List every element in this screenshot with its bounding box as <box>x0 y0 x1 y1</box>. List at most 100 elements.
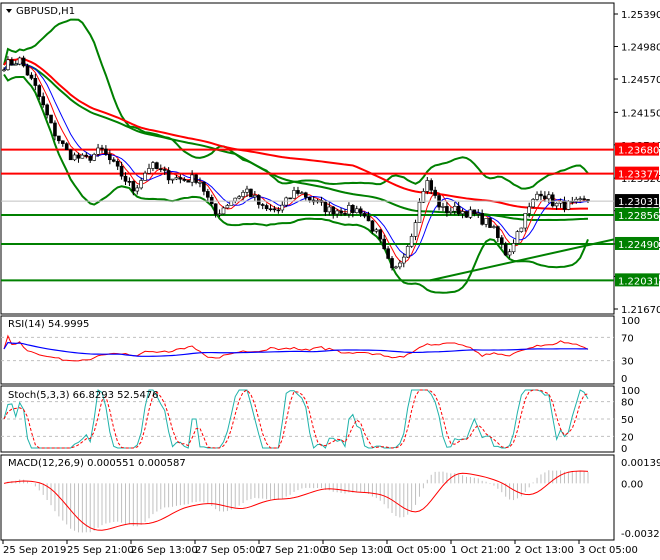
level-label: 1.23680 <box>618 146 659 157</box>
candle-body <box>307 197 312 201</box>
time-axis-label: 1 Oct 21:00 <box>451 545 510 556</box>
candle-body <box>60 140 65 144</box>
macd-axis-label: 0.00 <box>621 479 643 490</box>
candle-body <box>452 205 457 212</box>
candle-body <box>374 229 379 232</box>
candle-body <box>296 190 300 194</box>
candle-body <box>147 168 151 174</box>
candle-body <box>425 180 430 192</box>
candle-body <box>139 180 143 189</box>
ma-green <box>3 62 589 222</box>
stoch-axis-label: 80 <box>621 398 634 409</box>
candle-body <box>288 197 292 200</box>
candle-body <box>468 209 473 218</box>
candle-body <box>280 204 285 211</box>
candle-body <box>488 218 492 228</box>
candle-body <box>198 181 202 184</box>
candle-body <box>382 238 386 250</box>
candle-body <box>178 177 183 180</box>
candle-body <box>300 192 304 195</box>
candle-body <box>445 206 449 213</box>
stoch-axis-label: 20 <box>621 432 634 443</box>
candle-body <box>76 154 81 159</box>
candle-body <box>17 57 22 65</box>
candle-body <box>339 210 343 214</box>
candle-body <box>155 162 159 169</box>
trading-chart[interactable]: 1.253901.249801.245701.241501.237401.233… <box>0 0 660 560</box>
dropdown-triangle-icon[interactable] <box>6 9 12 13</box>
candle-body <box>327 206 332 213</box>
candle-body <box>370 220 375 232</box>
candle-body <box>41 96 45 106</box>
rsi-panel[interactable]: 100 70 30 0 <box>0 315 640 385</box>
time-axis: 25 Sep 2019 25 Sep 21:0026 Sep 13:0027 Se… <box>2 540 638 556</box>
candle-body <box>186 180 191 183</box>
candle-body <box>115 161 120 167</box>
candle-body <box>166 170 171 181</box>
candle-body <box>158 168 163 170</box>
time-axis-label: 30 Sep 13:00 <box>323 545 390 556</box>
level-label: 1.22031 <box>618 276 659 287</box>
ma-fast-red <box>3 61 589 264</box>
candle-body <box>174 177 179 180</box>
price-axis-label: 1.24980 <box>621 43 660 54</box>
candle-body <box>33 78 38 86</box>
rsi-axis-label: 0 <box>621 374 627 385</box>
candle-body <box>476 213 481 215</box>
candle-body <box>507 251 512 256</box>
candle-body <box>417 201 422 223</box>
candle-body <box>429 180 434 191</box>
candle-body <box>72 154 77 161</box>
candle-body <box>6 59 10 71</box>
candle-body <box>241 191 245 197</box>
candle-body <box>292 190 296 199</box>
rsi-line <box>3 334 589 362</box>
candle-body <box>449 210 453 213</box>
candle-body <box>409 236 414 247</box>
candle-body <box>433 189 437 196</box>
macd-signal-line <box>3 470 589 531</box>
candle-body <box>554 202 559 207</box>
time-axis-label: 2 Oct 13:00 <box>515 545 574 556</box>
candle-body <box>386 248 390 259</box>
candle-body <box>362 213 367 217</box>
level-label: 1.22856 <box>618 211 659 222</box>
candle-body <box>2 69 6 72</box>
candle-body <box>460 211 465 215</box>
candle-body <box>213 203 218 215</box>
candle-body <box>441 206 445 208</box>
candle-body <box>335 210 339 215</box>
candle-body <box>535 193 539 200</box>
symbol-label: GBPUSD,H1 <box>16 6 75 17</box>
candle-body <box>25 65 30 76</box>
candle-body <box>119 165 124 177</box>
price-panel[interactable]: 1.253901.249801.245701.241501.237401.233… <box>0 2 660 316</box>
candle-body <box>303 192 308 198</box>
candle-body <box>464 211 469 218</box>
candle-body <box>523 213 528 229</box>
candle-body <box>347 205 351 215</box>
time-axis-label: 27 Sep 05:00 <box>195 545 262 556</box>
candle-body <box>390 258 394 269</box>
macd-axis-label: 0.001392 <box>621 458 660 469</box>
candle-body <box>378 229 383 240</box>
candle-body <box>53 122 57 137</box>
candle-body <box>515 231 520 244</box>
candle-body <box>221 207 226 215</box>
ma-red <box>3 57 589 211</box>
candle-body <box>245 188 249 193</box>
candle-body <box>272 208 277 211</box>
candle-body <box>225 205 230 209</box>
candle-body <box>29 74 34 79</box>
candle-body <box>13 63 18 66</box>
candle-body <box>562 200 567 210</box>
candle-body <box>394 266 398 269</box>
candle-body <box>127 181 132 183</box>
candle-body <box>111 159 116 162</box>
candle-body <box>84 154 89 157</box>
candle-body <box>131 181 136 192</box>
candle-body <box>472 209 477 214</box>
candle-body <box>104 148 108 155</box>
candle-body <box>49 114 53 124</box>
candle-body <box>143 172 147 181</box>
